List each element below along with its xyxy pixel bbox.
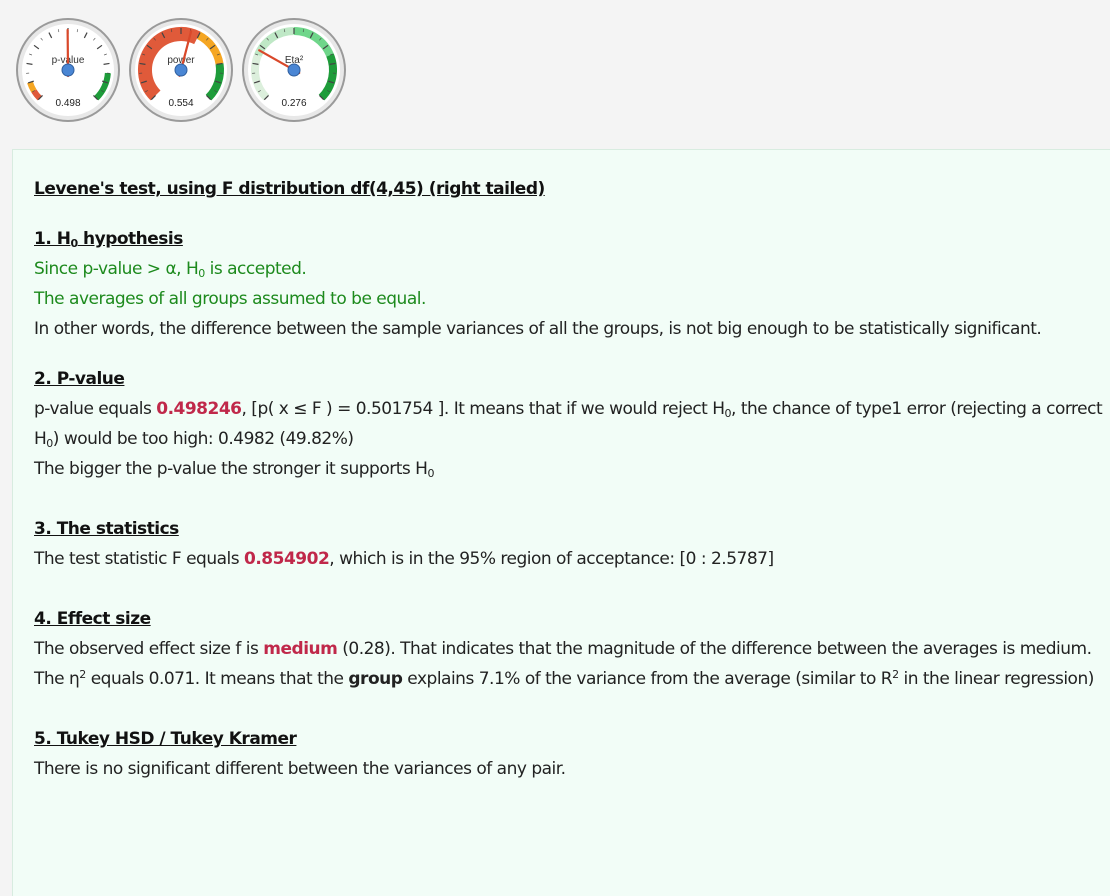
h0-accepted-text-end: is accepted. — [204, 259, 307, 279]
tukey-hsd-label: 5. Tukey HSD — [34, 729, 155, 749]
section-4-heading: 4. Effect size — [34, 609, 151, 629]
tukey-result-line: There is no significant different betwee… — [34, 759, 566, 779]
h0-accepted-text: Since p-value > α, H — [34, 259, 199, 279]
pvalue-number: 0.498246 — [156, 399, 242, 419]
tukey-separator: / — [154, 729, 171, 749]
gauge-hub — [61, 63, 75, 77]
results-panel: Levene's test, using F distribution df(4… — [12, 149, 1110, 896]
section-1-heading-text: 1. H — [34, 229, 71, 249]
report-content: Levene's test, using F distribution df(4… — [34, 174, 1108, 784]
h0-accepted-line: Since p-value > α, H0 is accepted. — [34, 254, 1108, 284]
p-value-gauge: p-value0.498 — [14, 16, 122, 124]
section-1-heading-sub: 0 — [70, 237, 78, 250]
power-gauge-dial: power0.554 — [129, 18, 233, 122]
section-5-heading: 5. Tukey HSD / Tukey Kramer — [34, 724, 1108, 754]
effect-size-line: The observed effect size f is medium (0.… — [34, 634, 1108, 664]
gauge-hub — [174, 63, 188, 77]
group-word: group — [348, 669, 403, 689]
averages-equal-line: The averages of all groups assumed to be… — [34, 289, 426, 309]
report-title: Levene's test, using F distribution df(4… — [34, 179, 545, 199]
pvalue-text-a: p-value equals — [34, 399, 157, 419]
in-other-words-line: In other words, the difference between t… — [34, 319, 1042, 339]
section-3-heading: 3. The statistics — [34, 519, 179, 539]
power-gauge: power 0.554 — [127, 16, 235, 124]
pvalue-paragraph: p-value equals 0.498246, [p( x ≤ F ) = 0… — [34, 394, 1108, 454]
eta-text-f: in the linear regression) — [898, 669, 1094, 689]
gauge-value: 0.554 — [168, 98, 193, 109]
statistic-text-a: The test statistic F equals — [34, 549, 245, 569]
pvalue-support-sub: 0 — [427, 467, 434, 480]
eta-squared-gauge-dial: Eta²0.276 — [242, 18, 346, 122]
eta-squared-gauge: Eta² 0.276 — [240, 16, 348, 124]
gauge-value: 0.276 — [281, 98, 306, 109]
f-statistic-number: 0.854902 — [244, 549, 330, 569]
pvalue-support-line: The bigger the p-value the stronger it s… — [34, 454, 1108, 484]
pvalue-support-text: The bigger the p-value the stronger it s… — [34, 459, 428, 479]
gauge-hub — [287, 63, 301, 77]
eta-text-c: The η — [34, 669, 80, 689]
pvalue-text-d: ) would be too high: 0.4982 (49.82%) — [52, 429, 354, 449]
eta-text-d: equals 0.071. It means that the — [85, 669, 349, 689]
gauge-band — [27, 81, 37, 93]
section-1-heading-text-end: hypothesis — [77, 229, 183, 249]
effect-size-word: medium — [263, 639, 338, 659]
gauges-bar: p-value0.498 power0.554 Eta²0.276 — [0, 0, 1110, 140]
statistic-line: The test statistic F equals 0.854902, wh… — [34, 544, 1108, 574]
section-1-heading: 1. H0 hypothesis — [34, 224, 1108, 254]
effect-size-text-a: The observed effect size f is — [34, 639, 264, 659]
eta-squared-line: The η2 equals 0.071. It means that the g… — [34, 664, 1108, 694]
section-2-heading: 2. P-value — [34, 369, 125, 389]
tukey-kramer-label: Tukey Kramer — [170, 729, 297, 749]
statistic-text-b: , which is in the 95% region of acceptan… — [329, 549, 774, 569]
eta-text-e: explains 7.1% of the variance from the a… — [402, 669, 893, 689]
effect-size-text-b: (0.28). That indicates that the magnitud… — [337, 639, 1092, 659]
p-value-gauge-dial: p-value0.498 — [16, 18, 120, 122]
pvalue-text-b: , [p( x ≤ F ) = 0.501754 ]. It means tha… — [241, 399, 726, 419]
gauge-value: 0.498 — [55, 98, 80, 109]
